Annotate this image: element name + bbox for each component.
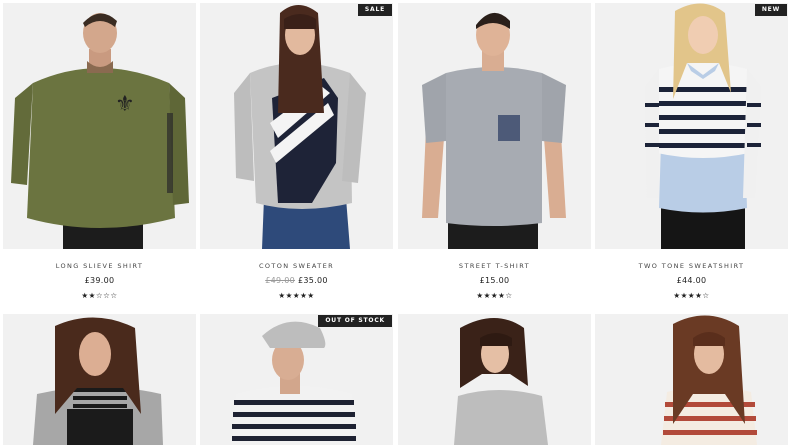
product-image[interactable]: OUT OF STOCK [200,314,393,445]
product-grid: ⚜ LONG SLIEVE SHIRT £39.00 ★★☆☆☆ SALE CO… [0,0,792,445]
star-empty-icon: ☆ [702,291,710,300]
product-image[interactable]: NEW [595,3,788,249]
product-card-coton-sweater[interactable]: SALE COTON SWEATER £49.00 £35.00 ★★★★★ [200,3,393,300]
star-filled-icon: ★ [307,291,315,300]
product-image[interactable]: SALE [200,3,393,249]
product-image[interactable] [595,314,788,445]
svg-text:⚜: ⚜ [115,92,135,117]
product-card-two-tone-sweatshirt[interactable]: NEW TWO TONE SWEATSHIRT £44.00 ★★★★☆ [595,3,788,300]
product-card-street-t-shirt[interactable]: STREET T-SHIRT £15.00 ★★★★☆ [398,3,591,300]
product-image[interactable] [3,314,196,445]
product-image[interactable] [398,3,591,249]
product-rating: ★★★★☆ [595,291,788,300]
star-filled-icon: ★ [81,291,89,300]
product-price: £39.00 [3,276,196,285]
star-filled-icon: ★ [285,291,293,300]
product-rating: ★★★★★ [200,291,393,300]
star-empty-icon: ☆ [110,291,118,300]
product-name[interactable]: COTON SWEATER [200,262,393,270]
product-rating: ★★☆☆☆ [3,291,196,300]
sale-badge: SALE [357,4,392,16]
product-card-8[interactable] [595,314,788,445]
star-empty-icon: ☆ [505,291,513,300]
star-filled-icon: ★ [483,291,491,300]
star-filled-icon: ★ [88,291,96,300]
product-card-7[interactable] [398,314,591,445]
star-filled-icon: ★ [680,291,688,300]
product-price: £49.00 £35.00 [200,276,393,285]
product-current-price: £39.00 [84,276,115,285]
product-card-6[interactable]: OUT OF STOCK [200,314,393,445]
product-current-price: £44.00 [676,276,707,285]
product-name[interactable]: LONG SLIEVE SHIRT [3,262,196,270]
product-card-long-slieve-shirt[interactable]: ⚜ LONG SLIEVE SHIRT £39.00 ★★☆☆☆ [3,3,196,300]
new-badge: NEW [754,4,787,16]
product-old-price: £49.00 [265,276,295,285]
product-image[interactable] [398,314,591,445]
star-filled-icon: ★ [278,291,286,300]
product-rating: ★★★★☆ [398,291,591,300]
product-price: £44.00 [595,276,788,285]
product-card-5[interactable] [3,314,196,445]
product-current-price: £35.00 [298,276,328,285]
product-current-price: £15.00 [479,276,510,285]
product-name[interactable]: TWO TONE SWEATSHIRT [595,262,788,270]
star-filled-icon: ★ [476,291,484,300]
product-price: £15.00 [398,276,591,285]
product-name[interactable]: STREET T-SHIRT [398,262,591,270]
star-filled-icon: ★ [673,291,681,300]
product-image[interactable]: ⚜ [3,3,196,249]
out-of-stock-badge: OUT OF STOCK [318,315,392,327]
